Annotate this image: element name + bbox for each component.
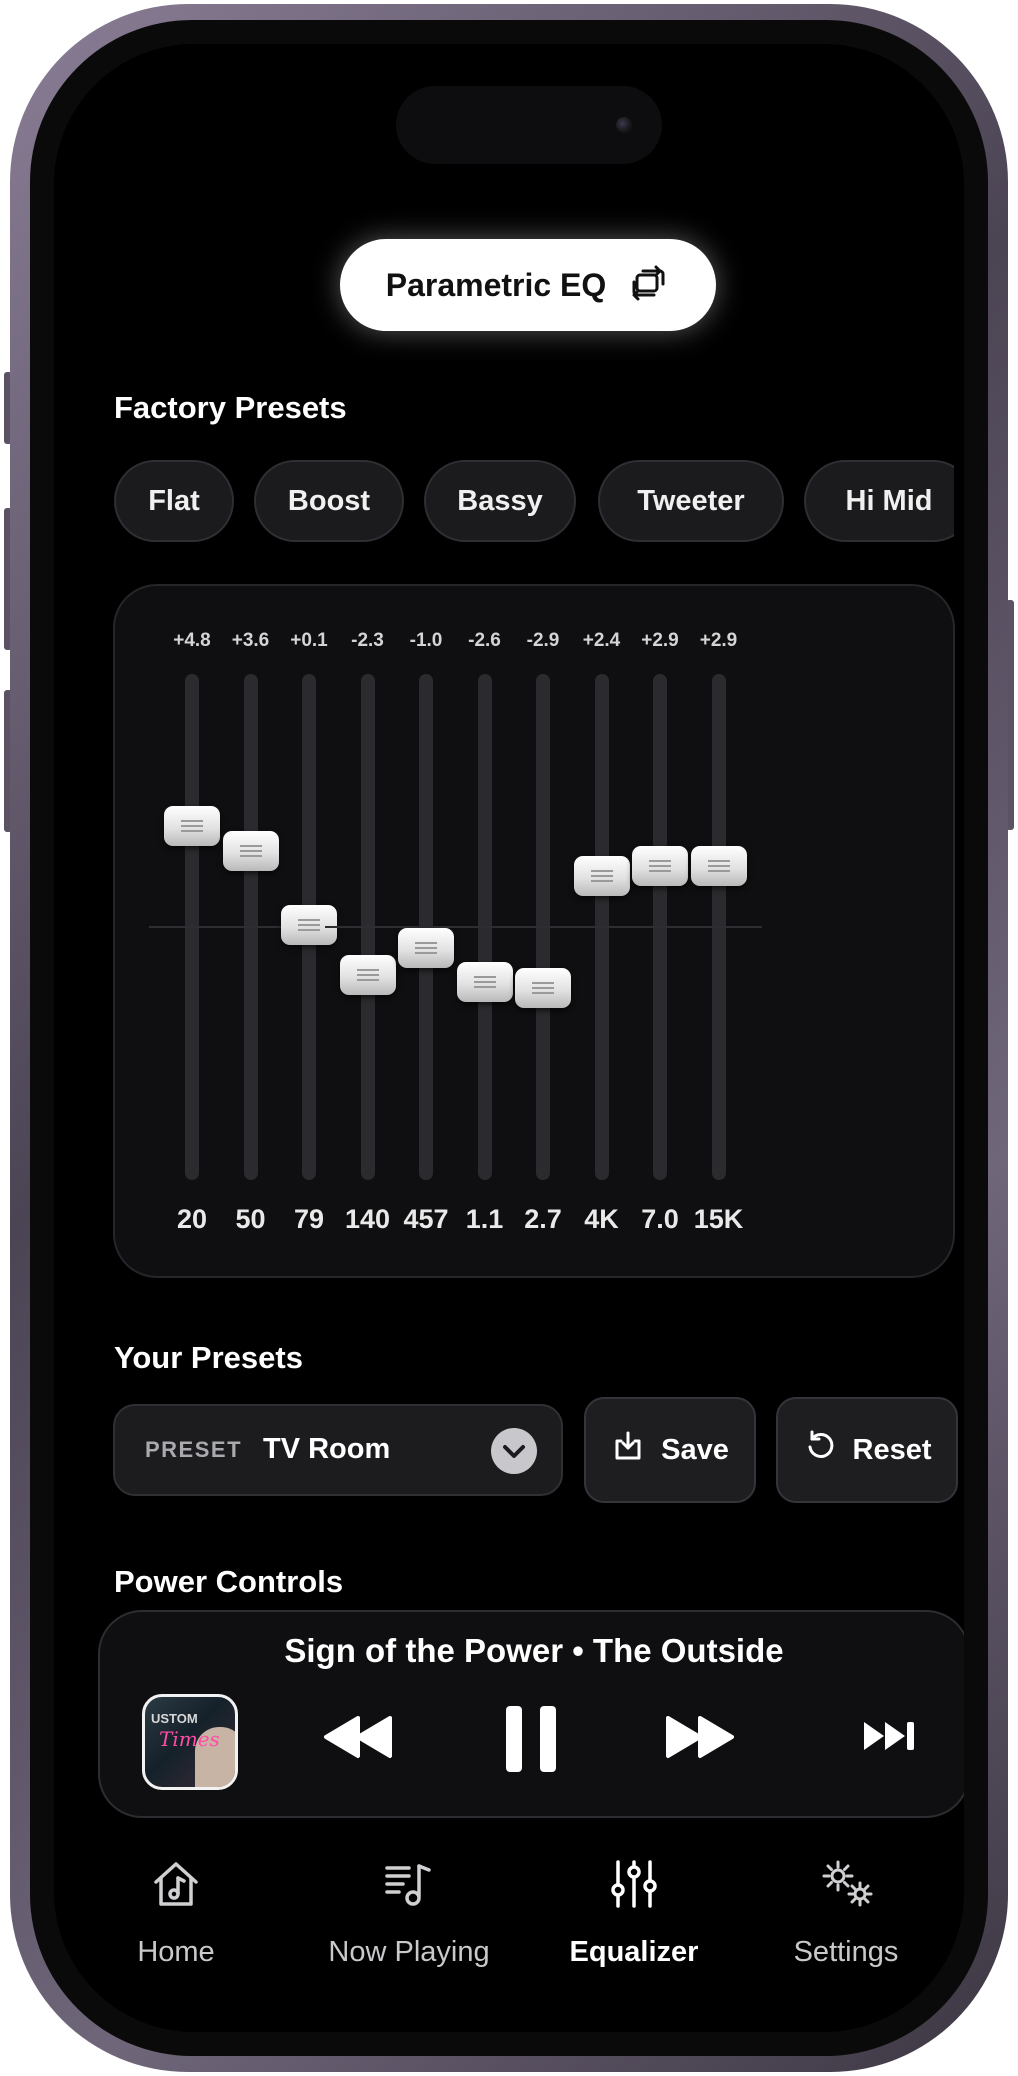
mini-player: Sign of the Power • The Outside USTOM Ti… [98, 1610, 964, 1818]
preset-dropdown[interactable]: PRESET TV Room [113, 1404, 563, 1496]
save-label: Save [661, 1433, 729, 1466]
preset-selected-value: TV Room [263, 1433, 391, 1465]
front-camera [616, 117, 632, 133]
eq-mode-toggle[interactable]: Parametric EQ [340, 239, 716, 331]
tab-equalizer-label: Equalizer [569, 1936, 699, 1968]
reset-button[interactable]: Reset [776, 1397, 958, 1503]
preset-chip-bassy[interactable]: Bassy [424, 460, 576, 542]
chevron-down-icon[interactable] [491, 1428, 537, 1474]
album-script: Times [159, 1727, 220, 1751]
tab-home[interactable]: Home [76, 1856, 276, 1986]
phone-frame: Parametric EQ Factory Presets Flat Boost… [10, 4, 1008, 2072]
pause-icon [504, 1706, 558, 1778]
album-art[interactable]: USTOM Times [142, 1694, 238, 1790]
album-text: USTOM [151, 1711, 198, 1726]
tab-now-playing-label: Now Playing [328, 1936, 490, 1968]
factory-presets-row: Flat Boost Bassy Tweeter Hi Mid [114, 460, 954, 544]
eq-band-gain: +2.9 [699, 630, 738, 651]
eq-zero-line [675, 926, 762, 928]
preset-chip-hi-mid[interactable]: Hi Mid [804, 460, 954, 542]
preset-chip-flat[interactable]: Flat [114, 460, 234, 542]
pause-button[interactable] [504, 1704, 558, 1779]
fast-forward-button[interactable] [664, 1714, 736, 1765]
power-controls-title: Power Controls [114, 1564, 344, 1599]
your-presets-title: Your Presets [114, 1340, 303, 1375]
sliders-icon [606, 1856, 662, 1912]
rewind-button[interactable] [322, 1714, 394, 1765]
tab-settings-label: Settings [793, 1936, 899, 1968]
next-track-icon [862, 1722, 918, 1756]
preset-chip-tweeter[interactable]: Tweeter [598, 460, 784, 542]
tab-equalizer[interactable]: Equalizer [534, 1856, 734, 1986]
eq-slider-thumb[interactable] [690, 845, 747, 886]
save-button[interactable]: Save [584, 1397, 756, 1503]
eq-mode-label: Parametric EQ [385, 266, 607, 303]
factory-presets-title: Factory Presets [114, 390, 347, 425]
reset-label: Reset [852, 1433, 932, 1466]
reset-icon [803, 1429, 837, 1471]
tab-bar: Home Now Playing Equalizer Settings [54, 1856, 964, 2016]
eq-band: +2.9 15K [675, 586, 762, 1276]
dynamic-island [396, 86, 662, 164]
equalizer-panel: +4.8 20 +3.6 50 +0.1 79 -2.3 140 -1.0 457 -2.6 1.1-… [113, 584, 955, 1278]
preset-tag: PRESET [145, 1437, 243, 1462]
now-playing-title: Sign of the Power • The Outside [284, 1632, 784, 1669]
music-list-icon [381, 1856, 437, 1912]
tab-settings[interactable]: Settings [746, 1856, 946, 1986]
preset-chip-boost[interactable]: Boost [254, 460, 404, 542]
eq-band-frequency: 15K [693, 1204, 744, 1234]
gears-icon [818, 1856, 874, 1912]
tab-home-label: Home [137, 1936, 215, 1968]
home-music-icon [148, 1856, 204, 1912]
swap-icon [628, 262, 670, 309]
next-track-button[interactable] [862, 1720, 918, 1757]
fast-forward-icon [664, 1716, 736, 1764]
app-screen: Parametric EQ Factory Presets Flat Boost… [54, 44, 964, 2032]
tab-now-playing[interactable]: Now Playing [294, 1856, 524, 1986]
phone-bezel: Parametric EQ Factory Presets Flat Boost… [30, 20, 988, 2056]
rewind-icon [322, 1716, 394, 1764]
download-icon [611, 1429, 645, 1471]
